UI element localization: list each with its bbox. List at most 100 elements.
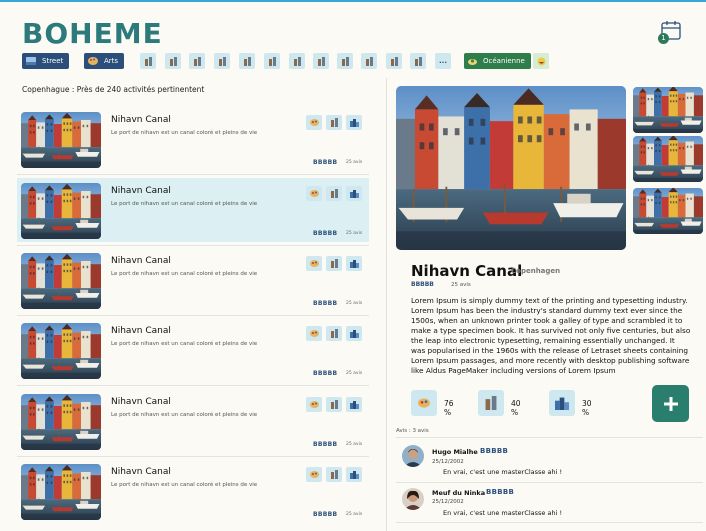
result-name: Nihavn Canal	[111, 256, 171, 266]
filter-building-button-7[interactable]	[289, 53, 305, 69]
result-description: Le port de nihavn est un canal coloré et…	[111, 482, 258, 488]
result-rating: BBBBB	[313, 230, 338, 237]
filter-building-button-6[interactable]	[264, 53, 280, 69]
result-rating: BBBBB	[313, 441, 338, 448]
filter-building-button-4[interactable]	[214, 53, 230, 69]
result-card[interactable]: Nihavn Canal Le port de nihavn est un ca…	[17, 459, 369, 523]
result-description: Le port de nihavn est un canal coloré et…	[111, 412, 258, 418]
filter-more-button[interactable]: ...	[435, 53, 451, 69]
calendar-badge: 1	[658, 33, 669, 44]
avatar[interactable]	[402, 488, 424, 510]
review-text: En vrai, c'est une masterClasse ahi !	[443, 509, 563, 517]
result-name: Nihavn Canal	[111, 467, 171, 477]
result-thumbnail	[21, 394, 101, 450]
filter-arts-button[interactable]: Arts	[84, 53, 125, 69]
app-logo[interactable]: BOHEME	[22, 17, 163, 50]
building-tag-icon	[326, 397, 342, 412]
palette-icon	[88, 57, 98, 65]
result-card-selected[interactable]: Nihavn Canal Le port de nihavn est un ca…	[17, 178, 369, 242]
results-title: Copenhague : Près de 240 activités perti…	[22, 85, 205, 94]
filter-street-button[interactable]: Street	[22, 53, 70, 69]
palette-tag-icon	[306, 115, 322, 130]
detail-hero-image[interactable]	[396, 86, 626, 250]
result-thumbnail	[21, 112, 101, 168]
palette-tag-icon	[306, 326, 322, 341]
building-icon	[218, 56, 226, 66]
detail-title: Nihavn Canal	[411, 262, 523, 280]
filter-emoji-button[interactable]	[533, 53, 549, 69]
review-date: 25/12/2002	[432, 459, 464, 465]
city-tag-icon	[346, 326, 362, 341]
review-separator	[396, 482, 703, 483]
filter-arts-label: Arts	[104, 57, 119, 65]
result-thumbnail	[21, 464, 101, 520]
result-review-count: 25 avis	[346, 442, 363, 447]
building-tag-icon	[326, 467, 342, 482]
top-accent-line	[0, 0, 706, 2]
result-review-count: 25 avis	[346, 512, 363, 517]
city-tag-icon	[346, 256, 362, 271]
city-tag-icon	[346, 115, 362, 130]
stat-city-value: 30 %	[582, 399, 592, 417]
result-tags	[306, 186, 362, 201]
palette-tag-icon	[306, 256, 322, 271]
result-tags	[306, 326, 362, 341]
avatar[interactable]	[402, 445, 424, 467]
filter-oceanienne-button[interactable]: Océanienne	[464, 53, 531, 69]
filter-building-button-11[interactable]	[386, 53, 402, 69]
smiley-icon	[537, 57, 545, 65]
filter-building-button-1[interactable]	[140, 53, 156, 69]
column-divider	[386, 78, 387, 531]
result-tags	[306, 115, 362, 130]
building-tag-icon	[326, 256, 342, 271]
review-separator	[396, 522, 703, 523]
result-card[interactable]: Nihavn Canal Le port de nihavn est un ca…	[17, 389, 369, 453]
building-tag-icon	[326, 186, 342, 201]
result-name: Nihavn Canal	[111, 186, 171, 196]
filter-building-button-10[interactable]	[361, 53, 377, 69]
reviews-count-label: Avis : 3 avis	[396, 428, 429, 434]
building-icon	[317, 56, 325, 66]
building-icon	[293, 56, 301, 66]
building-tag-icon	[326, 115, 342, 130]
building-icon	[365, 56, 373, 66]
result-tags	[306, 467, 362, 482]
add-button[interactable]	[652, 385, 689, 422]
result-review-count: 25 avis	[346, 231, 363, 236]
result-card[interactable]: Nihavn Canal Le port de nihavn est un ca…	[17, 248, 369, 312]
detail-rating: BBBBB	[411, 281, 434, 288]
filter-oceanienne-label: Océanienne	[483, 57, 525, 65]
filter-building-button-3[interactable]	[189, 53, 205, 69]
result-name: Nihavn Canal	[111, 397, 171, 407]
result-description: Le port de nihavn est un canal coloré et…	[111, 130, 258, 136]
palette-icon	[411, 390, 437, 416]
reviewer-name: Hugo Mialhe	[432, 448, 478, 456]
building-icon	[414, 56, 422, 66]
filter-building-button-8[interactable]	[313, 53, 329, 69]
result-tags	[306, 397, 362, 412]
gallery-thumbnail-2[interactable]	[633, 136, 703, 182]
filter-building-button-5[interactable]	[239, 53, 255, 69]
result-name: Nihavn Canal	[111, 326, 171, 336]
result-card[interactable]: Nihavn Canal Le port de nihavn est un ca…	[17, 107, 369, 171]
card-separator	[17, 245, 369, 246]
gallery-thumbnail-3[interactable]	[633, 188, 703, 234]
result-rating: BBBBB	[313, 370, 338, 377]
result-card[interactable]: Nihavn Canal Le port de nihavn est un ca…	[17, 318, 369, 382]
filter-building-button-2[interactable]	[165, 53, 181, 69]
card-separator	[17, 385, 369, 386]
filter-building-button-12[interactable]	[410, 53, 426, 69]
card-separator	[17, 174, 369, 175]
review-text: En vrai, c'est une masterClasse ahi !	[443, 468, 563, 476]
building-icon	[243, 56, 251, 66]
detail-city: Copenhagen	[511, 267, 561, 275]
result-name: Nihavn Canal	[111, 115, 171, 125]
food-icon	[468, 58, 477, 65]
gallery-thumbnail-1[interactable]	[633, 87, 703, 133]
filter-building-button-9[interactable]	[337, 53, 353, 69]
card-separator	[17, 315, 369, 316]
building-icon	[144, 56, 152, 66]
detail-review-count[interactable]: 25 avis	[451, 282, 471, 288]
result-thumbnail	[21, 253, 101, 309]
image-icon	[26, 57, 36, 65]
